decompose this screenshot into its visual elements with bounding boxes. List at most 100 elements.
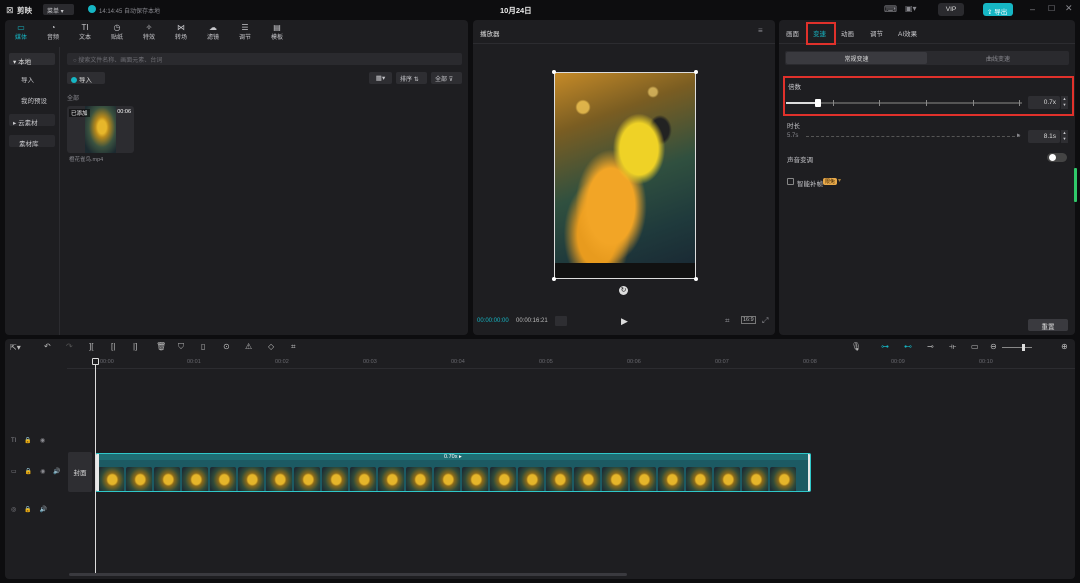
- clip-trim-handle-right[interactable]: [808, 454, 810, 491]
- microphone-icon[interactable]: 🎙: [851, 342, 861, 351]
- zoom-out-icon[interactable]: ⊖: [990, 342, 997, 351]
- timeline-scrollbar[interactable]: [69, 573, 627, 576]
- subtab-curve-speed[interactable]: 曲线变速: [928, 52, 1068, 64]
- tab-sticker[interactable]: ◷ 贴纸: [101, 20, 133, 45]
- lock-icon[interactable]: 🔒: [24, 437, 31, 444]
- play-icon[interactable]: ▶: [621, 316, 628, 327]
- audio-pitch-toggle[interactable]: [1047, 153, 1067, 162]
- player-menu-icon[interactable]: ≡: [758, 26, 763, 35]
- cover-button[interactable]: 封面: [68, 452, 92, 492]
- eye-icon[interactable]: ◉: [40, 468, 45, 475]
- tab-effects[interactable]: ✧ 特效: [133, 20, 165, 45]
- rotate-icon[interactable]: ↻: [619, 286, 628, 295]
- eye-icon[interactable]: ◉: [40, 437, 45, 444]
- video-clip[interactable]: 0.70x ▸: [95, 453, 811, 492]
- smooth-checkbox[interactable]: [787, 178, 794, 185]
- tab-ai-effects[interactable]: AI效果: [898, 28, 917, 38]
- sort-button[interactable]: 排序 ⇅: [396, 72, 427, 84]
- resize-handle-top-right[interactable]: [694, 70, 698, 74]
- media-search-input[interactable]: ○ 搜索文件名称、画面元素、台词: [67, 53, 462, 65]
- tab-template[interactable]: ▤ 模板: [261, 20, 293, 45]
- duration-stepper[interactable]: ▲ ▼: [1061, 130, 1068, 143]
- reset-button[interactable]: 重置: [1028, 319, 1068, 331]
- view-mode-button[interactable]: ▦▾: [369, 72, 392, 84]
- split-right-icon[interactable]: |]: [133, 342, 137, 351]
- layout-icon[interactable]: ▣▾: [905, 4, 917, 13]
- zoom-handle[interactable]: [1022, 344, 1025, 351]
- crop-icon[interactable]: ⌗: [291, 342, 296, 352]
- timeline-ruler[interactable]: 00:00 00:01 00:02 00:03 00:04 00:05 00:0…: [67, 357, 1075, 369]
- tab-media[interactable]: ▭ 媒体: [5, 20, 37, 45]
- tab-audio[interactable]: ◔ 音频: [37, 20, 69, 45]
- duration-value-input[interactable]: 8.1s: [1028, 130, 1060, 143]
- playhead-handle[interactable]: [92, 358, 99, 365]
- playhead[interactable]: [92, 358, 99, 573]
- subtab-normal-speed[interactable]: 常规变速: [786, 52, 927, 64]
- reverse-icon[interactable]: ⊙: [223, 342, 230, 351]
- tab-animation[interactable]: 动画: [841, 28, 854, 38]
- resize-handle-bottom-right[interactable]: [694, 277, 698, 281]
- clip-trim-handle-left[interactable]: [96, 454, 99, 491]
- clip-frames: [96, 461, 810, 491]
- undo-icon[interactable]: ↶: [44, 342, 51, 351]
- tab-canvas[interactable]: 画面: [786, 28, 799, 38]
- preview-axis-icon[interactable]: ⟛: [949, 342, 956, 352]
- fullscreen-icon[interactable]: ⤢: [762, 316, 768, 326]
- timeline-grid-icon[interactable]: [555, 316, 567, 326]
- link-icon[interactable]: ⊸: [927, 342, 934, 351]
- export-button[interactable]: ⇪ 导出: [983, 3, 1013, 16]
- smooth-label: 智能补帧: [797, 181, 823, 188]
- tab-filter[interactable]: ☁ 滤镜: [197, 20, 229, 45]
- speaker-icon[interactable]: 🔊: [40, 506, 47, 513]
- chevron-down-icon[interactable]: ▾: [838, 177, 841, 184]
- scroll-indicator[interactable]: [1074, 168, 1077, 202]
- freeze-icon[interactable]: ▯: [201, 342, 205, 351]
- close-icon[interactable]: ✕: [1065, 3, 1073, 14]
- menu-button[interactable]: 菜单 ▾: [43, 4, 74, 15]
- mirror-icon[interactable]: ⚠: [245, 342, 252, 351]
- linkage-icon[interactable]: ⊷: [904, 342, 912, 351]
- sidebar-item-my-presets[interactable]: 我的预设: [21, 95, 59, 105]
- resize-handle-top-left[interactable]: [552, 70, 556, 74]
- speed-slider-fill: [786, 102, 818, 104]
- app-logo-icon: ⊠: [6, 5, 14, 15]
- aspect-ratio-button[interactable]: 16:9: [741, 316, 756, 324]
- minimize-icon[interactable]: –: [1030, 4, 1035, 14]
- speed-value-input[interactable]: 0.7x: [1028, 96, 1060, 109]
- zoom-in-icon[interactable]: ⊕: [1061, 342, 1068, 351]
- preview-selection-box[interactable]: [554, 72, 696, 279]
- keyboard-shortcuts-icon[interactable]: ⌨: [884, 4, 897, 15]
- import-button[interactable]: 导入: [67, 72, 105, 84]
- tab-text[interactable]: TI 文本: [69, 20, 101, 45]
- fullscreen-crop-icon[interactable]: ⌗: [725, 316, 730, 326]
- maximize-icon[interactable]: ☐: [1048, 4, 1055, 13]
- tab-adjust[interactable]: ☰ 调节: [229, 20, 261, 45]
- split-left-icon[interactable]: [|: [111, 342, 115, 351]
- vip-badge[interactable]: VIP: [938, 3, 964, 16]
- speaker-icon[interactable]: 🔊: [53, 468, 60, 475]
- tab-adjust[interactable]: 调节: [870, 28, 883, 38]
- delete-icon[interactable]: 🗑: [156, 342, 166, 351]
- speed-slider[interactable]: [786, 99, 1022, 107]
- zoom-slider[interactable]: [1002, 344, 1032, 351]
- sidebar-item-cloud[interactable]: ▸ 云素材: [9, 114, 55, 127]
- rotate-clip-icon[interactable]: ◇: [268, 342, 274, 351]
- captions-icon[interactable]: ▭: [971, 342, 979, 351]
- resize-handle-bottom-left[interactable]: [552, 277, 556, 281]
- tab-transition[interactable]: ⋈ 转场: [165, 20, 197, 45]
- mask-icon[interactable]: ⛉: [178, 342, 184, 352]
- clip-frame: [518, 467, 544, 491]
- auto-snap-icon[interactable]: ⊶: [881, 342, 889, 351]
- redo-icon[interactable]: ↷: [66, 342, 73, 351]
- lock-icon[interactable]: 🔒: [25, 468, 32, 475]
- select-tool-icon[interactable]: ⇱▾: [10, 343, 21, 352]
- speed-stepper[interactable]: ▲ ▼: [1061, 96, 1068, 109]
- lock-icon[interactable]: 🔒: [24, 506, 31, 513]
- sidebar-item-local[interactable]: ▾ 本地: [9, 53, 55, 66]
- split-icon[interactable]: ][: [89, 342, 93, 351]
- speed-slider-handle[interactable]: [815, 99, 821, 107]
- sidebar-item-library[interactable]: 素材库: [9, 135, 55, 148]
- sidebar-item-import[interactable]: 导入: [21, 74, 59, 84]
- media-clip-thumbnail[interactable]: 已添加 00:06: [67, 106, 134, 153]
- filter-button[interactable]: 全部 ⊽: [431, 72, 462, 84]
